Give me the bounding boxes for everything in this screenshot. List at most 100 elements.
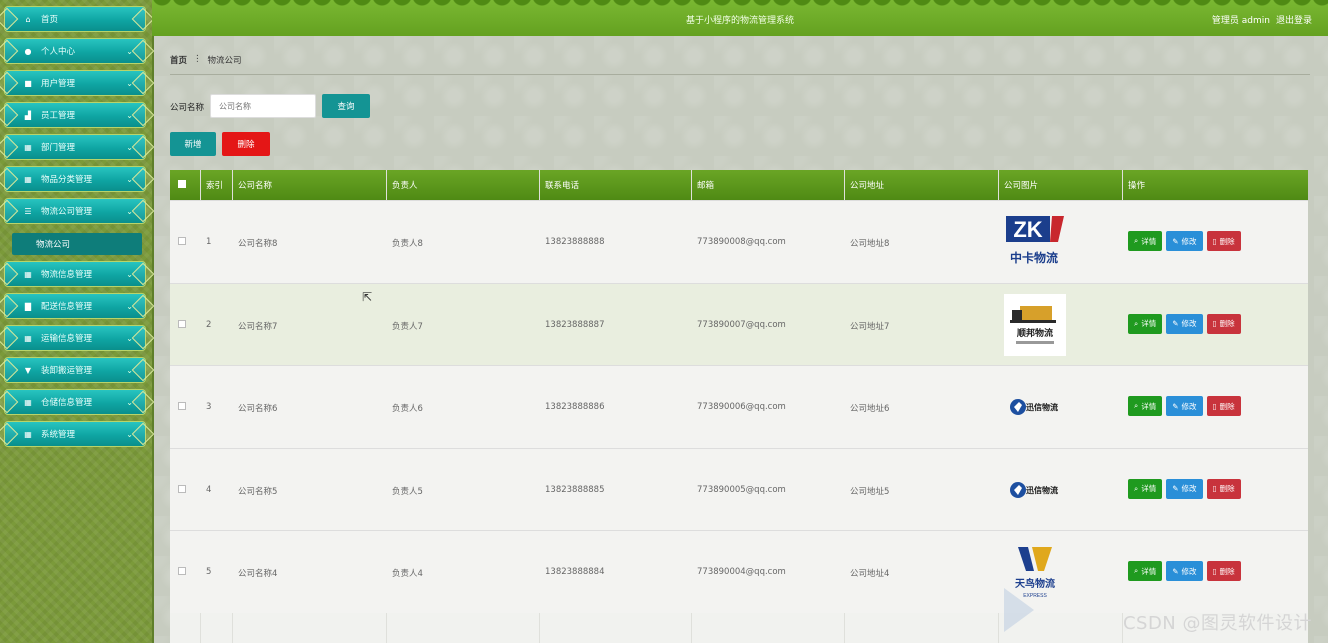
ornament-decoration: [0, 390, 19, 414]
edit-button[interactable]: ✎ 修改: [1166, 313, 1203, 334]
search-icon: ⌕: [1134, 483, 1139, 493]
detail-button[interactable]: ⌕ 详情: [1128, 231, 1163, 251]
detail-label: 详情: [1141, 319, 1157, 328]
submenu-item-logistics-company[interactable]: 物流公司: [12, 233, 142, 255]
query-button[interactable]: 查询: [322, 94, 370, 118]
sidebar-item-2[interactable]: ■ 用户管理 ⌄: [0, 70, 155, 96]
logout-link[interactable]: 退出登录: [1276, 13, 1312, 26]
grid-icon: ▦: [24, 333, 32, 343]
grid-icon: ▦: [24, 269, 32, 279]
row-actions: ⌕ 详情 ✎ 修改 ▯ 删除: [1128, 478, 1241, 499]
row-checkbox[interactable]: [178, 484, 186, 493]
ornament-decoration: [0, 199, 19, 223]
sidebar-item-4[interactable]: ▦ 部门管理 ⌄: [0, 134, 155, 160]
row-checkbox[interactable]: [178, 402, 186, 410]
sidebar-item-11[interactable]: ▦ 仓储信息管理 ⌄: [0, 389, 155, 415]
row-actions: ⌕ 详情 ✎ 修改 ▯ 删除: [1128, 396, 1241, 416]
row-checkbox[interactable]: [178, 237, 186, 245]
current-user: 管理员 admin: [1211, 16, 1270, 26]
column-header[interactable]: 公司名称: [238, 179, 272, 191]
add-button[interactable]: 新增: [170, 132, 216, 156]
row-delete-button[interactable]: ▯ 删除: [1206, 561, 1241, 581]
delete-button[interactable]: 删除: [222, 132, 270, 156]
edit-button[interactable]: ✎ 修改: [1166, 396, 1203, 416]
detail-label: 详情: [1141, 484, 1157, 493]
sidebar-item-5[interactable]: ▦ 物品分类管理 ⌄: [0, 166, 155, 192]
sidebar: ⌂ 首页 ● 个人中心 ⌄ ■ 用户管理 ⌄ ▟ 员工管理 ⌄ ▦ 部门管理 ⌄ ▦ 物品分类管理 ⌄ ☰ 物流公司…: [0, 0, 155, 643]
ornament-decoration: [0, 103, 19, 127]
breadcrumb-home[interactable]: 首页: [170, 54, 187, 66]
sidebar-item-1[interactable]: ● 个人中心 ⌄: [0, 38, 155, 64]
cell-name: 公司名称8: [238, 239, 278, 249]
cell-email: 773890005@qq.com: [697, 484, 786, 495]
edit-button[interactable]: ✎ 修改: [1166, 561, 1203, 581]
column-header[interactable]: 邮箱: [697, 179, 714, 191]
ornament-decoration: [131, 39, 155, 63]
sidebar-item-9[interactable]: ▦ 运输信息管理 ⌄: [0, 325, 155, 351]
delete-label: 删除: [1219, 484, 1235, 493]
search-icon: ⌕: [1134, 236, 1139, 245]
row-checkbox[interactable]: [178, 319, 186, 328]
column-header[interactable]: 公司地址: [850, 179, 884, 191]
detail-button[interactable]: ⌕ 详情: [1128, 478, 1163, 499]
ornament-decoration: [0, 39, 19, 63]
detail-button[interactable]: ⌕ 详情: [1128, 396, 1163, 416]
home-icon: ⌂: [25, 14, 31, 24]
sidebar-item-label: 个人中心: [41, 47, 76, 57]
watermark-arrow-icon: [1004, 588, 1034, 632]
ornament-decoration: [131, 7, 155, 31]
sidebar-item-7[interactable]: ▦ 物流信息管理 ⌄: [0, 261, 155, 287]
ornament-decoration: [0, 358, 19, 382]
trash-icon: ▯: [1212, 401, 1217, 411]
row-checkbox[interactable]: [178, 567, 186, 575]
row-delete-button[interactable]: ▯ 删除: [1206, 313, 1241, 334]
column-header[interactable]: 操作: [1128, 179, 1145, 191]
detail-button[interactable]: ⌕ 详情: [1128, 561, 1163, 581]
detail-label: 详情: [1141, 401, 1157, 411]
row-delete-button[interactable]: ▯ 删除: [1206, 478, 1241, 499]
search-icon: ⌕: [1134, 318, 1139, 328]
column-header[interactable]: 联系电话: [545, 179, 579, 191]
row-delete-button[interactable]: ▯ 删除: [1206, 231, 1241, 251]
svg-text:ZK: ZK: [1013, 217, 1042, 242]
ornament-decoration: [131, 262, 155, 286]
grid-icon: ▦: [24, 397, 32, 407]
sidebar-item-label: 用户管理: [41, 79, 76, 89]
edit-label: 修改: [1181, 319, 1197, 328]
delete-label: 删除: [1219, 566, 1235, 576]
sidebar-item-0[interactable]: ⌂ 首页: [0, 6, 155, 32]
breadcrumb-current: 物流公司: [207, 56, 242, 66]
edit-label: 修改: [1181, 484, 1197, 493]
ornament-decoration: [131, 71, 155, 95]
cell-address: 公司地址4: [850, 569, 890, 579]
column-header[interactable]: 负责人: [392, 179, 418, 191]
cell-manager: 负责人7: [392, 321, 423, 332]
detail-button[interactable]: ⌕ 详情: [1128, 313, 1163, 334]
cell-index: 4: [206, 484, 212, 495]
edit-label: 修改: [1181, 236, 1197, 246]
edit-button[interactable]: ✎ 修改: [1166, 231, 1203, 251]
ornament-decoration: [131, 390, 155, 414]
cell-manager: 负责人6: [392, 404, 423, 414]
delete-label: 删除: [1219, 236, 1235, 246]
select-all-checkbox[interactable]: [178, 180, 186, 188]
row-delete-button[interactable]: ▯ 删除: [1206, 396, 1241, 416]
sidebar-item-label: 首页: [41, 15, 59, 25]
table-row: 4 公司名称5 负责人5 13823888885 773890005@qq.com 公司地…: [170, 447, 1308, 531]
edit-icon: ✎: [1172, 484, 1179, 493]
column-header[interactable]: 公司图片: [1004, 179, 1038, 191]
search-label: 公司名称: [170, 103, 205, 113]
edit-icon: ✎: [1172, 319, 1179, 328]
sidebar-item-label: 装卸搬运管理: [41, 366, 93, 376]
cell-address: 公司地址5: [850, 486, 890, 497]
column-header[interactable]: 索引: [206, 179, 223, 191]
edit-button[interactable]: ✎ 修改: [1166, 478, 1203, 499]
sidebar-item-6[interactable]: ☰ 物流公司管理 ⌄: [0, 198, 155, 224]
cell-phone: 13823888884: [545, 567, 605, 577]
sidebar-item-10[interactable]: ▼ 装卸搬运管理 ⌄: [0, 357, 155, 383]
sidebar-item-8[interactable]: ▇ 配送信息管理 ⌄: [0, 293, 155, 319]
search-input[interactable]: [210, 94, 316, 118]
sidebar-item-3[interactable]: ▟ 员工管理 ⌄: [0, 102, 155, 128]
sidebar-item-label: 配送信息管理: [41, 302, 93, 312]
sidebar-item-12[interactable]: ▦ 系统管理 ⌄: [0, 421, 155, 447]
